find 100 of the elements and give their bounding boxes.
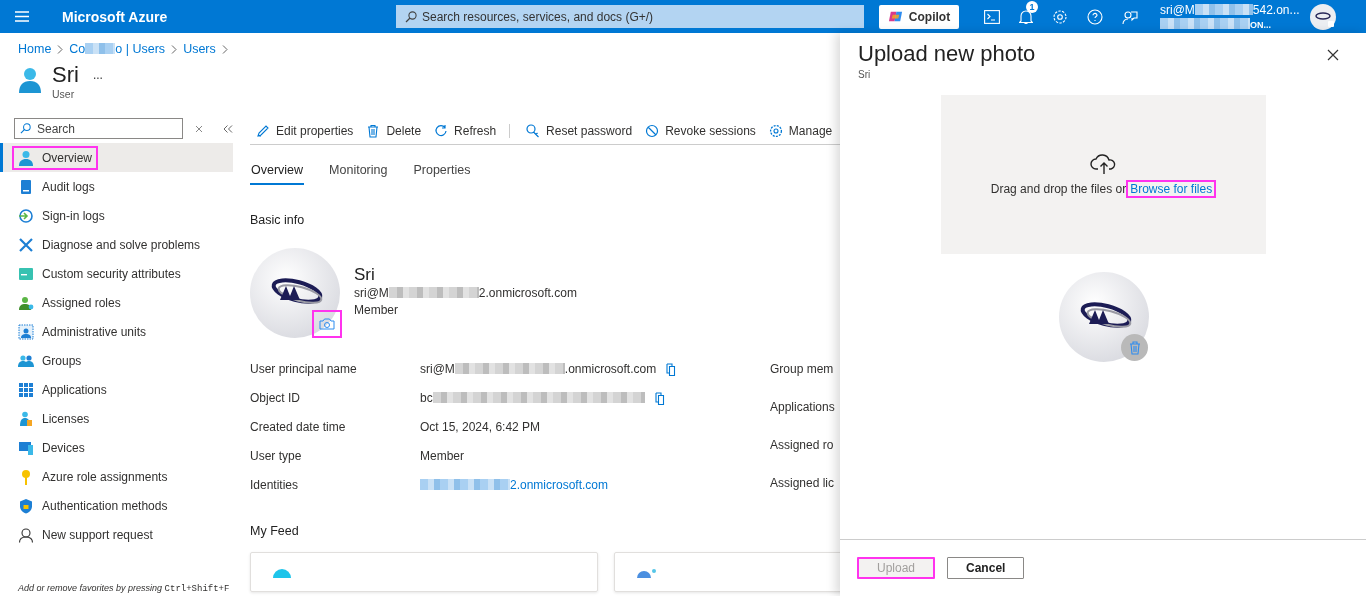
- copilot-button[interactable]: Copilot: [879, 4, 959, 29]
- shortcut-hint: Add or remove favorites by pressing Ctrl+Shift+F: [18, 583, 231, 594]
- delete-button[interactable]: [1121, 334, 1148, 361]
- property-value: Oct 15, 2024, 6:42 PM: [420, 420, 541, 434]
- nav-item[interactable]: Licenses: [0, 404, 233, 433]
- toolbar-button[interactable]: Reset password: [509, 124, 633, 138]
- breadcrumb-link[interactable]: Home: [18, 42, 52, 56]
- property-value: bc: [420, 391, 645, 405]
- property-link[interactable]: 2.onmicrosoft.com: [420, 478, 609, 492]
- property-label: User type: [250, 448, 303, 465]
- delete-icon: [366, 124, 381, 138]
- devices-icon: [18, 439, 34, 456]
- license-icon: [18, 410, 34, 427]
- notification-badge: 1: [1026, 0, 1038, 13]
- nav-item[interactable]: New support request: [0, 520, 233, 549]
- section-heading: My Feed: [250, 524, 300, 538]
- nav-item[interactable]: Groups: [0, 346, 233, 375]
- units-icon: [18, 323, 34, 340]
- terminal-icon[interactable]: [984, 9, 1000, 24]
- search-field[interactable]: Search resources, services, and docs (G+/): [396, 5, 864, 28]
- toolbar-button[interactable]: Edit properties: [256, 124, 354, 138]
- sign-in-icon: [637, 568, 657, 578]
- property-label: Created date time: [250, 419, 347, 436]
- search-field[interactable]: Search: [14, 118, 183, 139]
- cloud-upload-icon: [1089, 153, 1118, 175]
- panel-subtitle: Sri: [858, 69, 871, 80]
- gear-icon: [768, 124, 783, 138]
- tab[interactable]: Properties: [412, 163, 472, 185]
- nav-item[interactable]: Assigned roles: [0, 288, 233, 317]
- panel-title: Upload new photo: [858, 41, 1036, 67]
- user-icon: [18, 67, 42, 93]
- tab[interactable]: Monitoring: [328, 163, 389, 185]
- status-icon: [273, 568, 291, 578]
- more-button[interactable]: ...: [92, 68, 103, 82]
- support-icon: [18, 526, 34, 543]
- user-type: Member: [354, 302, 399, 319]
- cancel-button[interactable]: Cancel: [947, 557, 1025, 579]
- groups-icon: [18, 352, 34, 369]
- search-icon: [405, 11, 417, 23]
- browse-link[interactable]: Browse for files: [1126, 180, 1217, 198]
- roles-icon: [18, 294, 34, 311]
- nav-item[interactable]: Diagnose and solve problems: [0, 230, 233, 259]
- chevron-icon: [57, 44, 64, 54]
- edit-icon: [256, 124, 270, 138]
- card-icon: [18, 265, 34, 282]
- drop-instructions: Drag and drop the files or: [990, 182, 1127, 196]
- property-label: User principal name: [250, 361, 358, 378]
- menu-icon[interactable]: [15, 11, 29, 22]
- tools-icon: [18, 236, 34, 253]
- property-label: Assigned ro: [770, 437, 835, 454]
- user-email: sri@M 2.onmicrosoft.com: [354, 285, 577, 302]
- property-value: Member: [420, 449, 464, 463]
- toolbar-button[interactable]: Refresh: [434, 124, 497, 138]
- toolbar-button[interactable]: Delete: [366, 124, 422, 138]
- chevron-icon: [221, 44, 228, 54]
- nav-item[interactable]: Audit logs: [0, 172, 233, 201]
- log-icon: [18, 178, 34, 195]
- property-label: Identities: [250, 477, 300, 494]
- property-label: Group mem: [770, 361, 835, 378]
- nav-item[interactable]: Custom security attributes: [0, 259, 233, 288]
- property-label: Object ID: [250, 390, 301, 407]
- nav-item[interactable]: Sign-in logs: [0, 201, 233, 230]
- help-icon[interactable]: [1087, 8, 1103, 25]
- nav-item[interactable]: Applications: [0, 375, 233, 404]
- collapse-icon[interactable]: [223, 124, 233, 133]
- account-email[interactable]: sri@M 542.on...: [1160, 2, 1300, 17]
- nav-item[interactable]: Overview: [0, 143, 233, 172]
- breadcrumb-link[interactable]: Users: [183, 42, 216, 56]
- copy-icon[interactable]: [654, 391, 667, 405]
- apps-icon: [18, 381, 34, 398]
- tab[interactable]: Overview: [250, 163, 305, 185]
- page-title: Sri: [52, 62, 79, 88]
- toolbar-button[interactable]: Manage: [768, 124, 833, 138]
- bell-icon[interactable]: [1019, 8, 1033, 25]
- settings-icon[interactable]: [1052, 8, 1068, 25]
- camera-icon: [319, 318, 335, 330]
- section-heading: Basic info: [250, 213, 306, 227]
- nav-item[interactable]: Authentication methods: [0, 491, 233, 520]
- breadcrumb-link[interactable]: Co o | Users: [69, 42, 166, 56]
- nav-item[interactable]: Azure role assignments: [0, 462, 233, 491]
- clear-icon[interactable]: [195, 124, 203, 133]
- copilot-icon: [887, 9, 903, 24]
- user-icon: [18, 149, 34, 166]
- brand-name[interactable]: Microsoft Azure: [62, 8, 382, 25]
- page-subtitle: User: [52, 88, 76, 100]
- chevron-icon: [171, 44, 178, 54]
- property-label: Applications: [770, 399, 836, 416]
- property-label: Assigned lic: [770, 475, 836, 492]
- search-icon: [20, 123, 31, 134]
- block-icon: [645, 124, 660, 138]
- key-icon: [526, 124, 541, 138]
- property-value: sri@M .onmicrosoft.com: [420, 362, 657, 376]
- close-icon[interactable]: [1327, 49, 1339, 61]
- user-name: Sri: [354, 265, 376, 285]
- drop-zone[interactable]: Drag and drop the files or Browse for files: [941, 95, 1266, 254]
- nav-item[interactable]: Devices: [0, 433, 233, 462]
- toolbar-button[interactable]: Revoke sessions: [645, 124, 756, 138]
- feedback-icon[interactable]: [1122, 8, 1138, 25]
- camera-button[interactable]: [312, 310, 342, 338]
- nav-item[interactable]: Administrative units: [0, 317, 233, 346]
